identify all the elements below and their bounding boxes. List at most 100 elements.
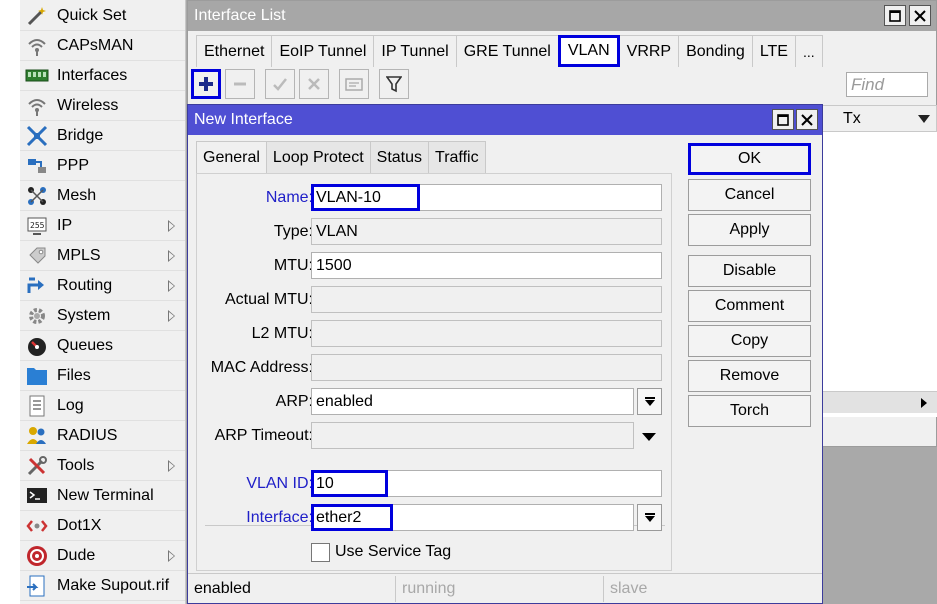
add-button[interactable] [191,69,221,99]
sidebar-item-ppp[interactable]: PPP [20,151,185,181]
arp-dropdown-button[interactable] [637,388,662,415]
interface-list-titlebar[interactable]: Interface List [188,1,936,31]
sidebar-item-capsman[interactable]: CAPsMAN [20,31,185,61]
tab-general[interactable]: General [196,141,267,174]
ok-button[interactable]: OK [688,143,811,175]
column-menu-icon[interactable] [918,115,930,123]
sidebar-item-label: System [57,306,111,324]
dropdown-bar-icon [644,397,655,399]
supout-icon [24,575,50,597]
use-service-tag-label: Use Service Tag [335,543,452,560]
ip-icon: 255 [24,215,50,237]
sidebar-item-tools[interactable]: Tools [20,451,185,481]
gear-icon [24,305,50,327]
sidebar-item-label: Interfaces [57,66,128,84]
find-input[interactable]: Find [846,72,928,97]
tab-lte[interactable]: LTE [751,35,796,67]
dialog-maximize-button[interactable] [772,109,794,130]
comment-button[interactable] [339,69,369,99]
tab-status[interactable]: Status [369,141,430,173]
sidebar-item-radius[interactable]: RADIUS [20,421,185,451]
tab-ip-tunnel[interactable]: IP Tunnel [373,35,457,67]
sidebar-item-label: Files [57,366,91,384]
filter-button[interactable] [379,69,409,99]
sidebar-item-mesh[interactable]: Mesh [20,181,185,211]
column-header-tx[interactable]: Tx [820,105,937,132]
name-value[interactable]: VLAN-10 [311,184,420,211]
tab-traffic[interactable]: Traffic [428,141,486,173]
list-toolbar: Find [188,69,936,103]
wifi-signal-icon [24,95,50,117]
actual-mtu-row: Actual MTU: [197,286,673,314]
interface-type-tabs: Ethernet EoIP Tunnel IP Tunnel GRE Tunne… [196,35,823,67]
vlan-id-value[interactable]: 10 [311,470,388,497]
tab-ethernet[interactable]: Ethernet [196,35,273,67]
use-service-tag-checkbox[interactable] [311,543,330,562]
copy-button[interactable]: Copy [688,325,811,357]
interface-dropdown-button[interactable] [637,504,662,531]
sidebar-item-dot1x[interactable]: Dot1X [20,511,185,541]
sidebar-item-interfaces[interactable]: Interfaces [20,61,185,91]
submenu-arrow-icon [168,460,175,472]
dialog-close-button[interactable] [796,109,818,130]
arp-row: ARP: enabled [197,388,673,416]
tab-more[interactable]: ... [794,35,823,67]
sidebar-item-quick-set[interactable]: Quick Set [20,1,185,31]
tab-eoip-tunnel[interactable]: EoIP Tunnel [271,35,375,67]
l2-mtu-row: L2 MTU: [197,320,673,348]
horizontal-scrollbar[interactable] [820,391,937,413]
tab-vlan[interactable]: VLAN [557,35,620,67]
disable-interface-button[interactable]: Disable [688,255,811,287]
tab-bonding[interactable]: Bonding [678,35,753,67]
scroll-right-icon[interactable] [921,398,927,408]
remove-interface-button[interactable]: Remove [688,360,811,392]
mtu-field[interactable]: 1500 [311,252,662,279]
enable-button[interactable] [265,69,295,99]
apply-button[interactable]: Apply [688,214,811,246]
sidebar-item-routing[interactable]: Routing [20,271,185,301]
mac-address-label: MAC Address: [210,359,313,376]
sidebar-item-ip[interactable]: 255 IP [20,211,185,241]
dialog-titlebar[interactable]: New Interface [188,105,822,135]
sidebar-item-label: PPP [57,156,90,174]
sidebar-item-files[interactable]: Files [20,361,185,391]
sidebar-item-make-supout-rif[interactable]: Make Supout.rif [20,571,185,601]
sidebar-item-log[interactable]: Log [20,391,185,421]
sidebar-item-dude[interactable]: Dude [20,541,185,571]
tab-gre-tunnel[interactable]: GRE Tunnel [455,35,559,67]
mpls-icon [24,245,50,267]
interface-value[interactable]: ether2 [311,504,393,531]
torch-button[interactable]: Torch [688,395,811,427]
sidebar-item-bridge[interactable]: Bridge [20,121,185,151]
use-service-tag-row: Use Service Tag [197,540,673,568]
tab-vrrp[interactable]: VRRP [618,35,680,67]
tab-loop-protect[interactable]: Loop Protect [265,141,371,173]
sidebar-strip [0,0,20,604]
network-card-icon [24,65,50,87]
remove-button[interactable] [225,69,255,99]
cancel-button[interactable]: Cancel [688,179,811,211]
sidebar-item-label: New Terminal [57,486,154,504]
interface-list-table[interactable] [820,105,937,417]
sidebar-menu: Quick Set CAPsMAN Interfaces Wireless Bridge… [0,0,186,604]
sidebar-item-queues[interactable]: Queues [20,331,185,361]
arp-timeout-expand-icon[interactable] [642,433,656,441]
maximize-icon [777,113,789,126]
sidebar-item-mpls[interactable]: MPLS [20,241,185,271]
sidebar-item-new-terminal[interactable]: New Terminal [20,481,185,511]
comment-interface-button[interactable]: Comment [688,290,811,322]
submenu-arrow-icon [168,310,175,322]
arp-timeout-row: ARP Timeout: [197,422,673,450]
arp-label: ARP: [275,393,313,410]
maximize-button[interactable] [884,5,906,26]
sidebar-item-wireless[interactable]: Wireless [20,91,185,121]
cross-icon [308,78,320,90]
sidebar-item-system[interactable]: System [20,301,185,331]
actual-mtu-label: Actual MTU: [224,291,313,308]
arp-select[interactable]: enabled [311,388,634,415]
mac-address-row: MAC Address: [197,354,673,382]
close-button[interactable] [909,5,931,26]
sidebar-item-label: Quick Set [57,6,127,24]
disable-button[interactable] [299,69,329,99]
sidebar-item-label: RADIUS [57,426,118,444]
